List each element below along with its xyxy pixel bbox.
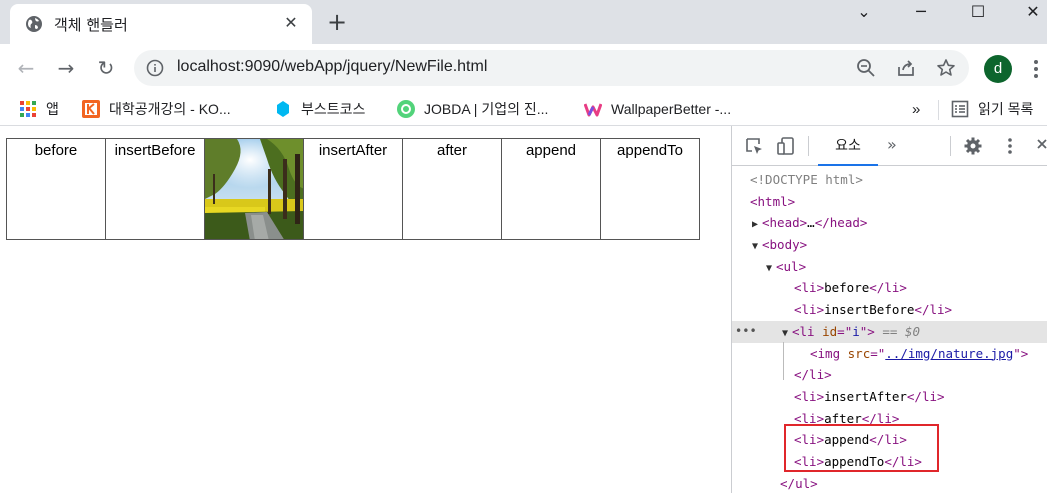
tab-close-button[interactable]: ✕ (280, 12, 302, 34)
overflow-chevron-icon: » (912, 100, 921, 118)
dom-node-html[interactable]: <html> (732, 191, 1047, 213)
node-text: insertAfter (824, 388, 907, 404)
tag-name: ul (783, 258, 799, 274)
new-tab-button[interactable]: + (324, 9, 350, 35)
tag-name: head (829, 215, 860, 231)
inspect-element-icon[interactable] (744, 136, 764, 156)
dom-node-ul-close[interactable]: </ul> (732, 473, 1047, 493)
bookmark-kocw[interactable]: 대학공개강의 - KO... (82, 97, 231, 121)
devtools-divider (950, 136, 951, 156)
bookmarks-overflow-button[interactable]: » (912, 97, 920, 121)
tag-name: body (769, 237, 800, 253)
dom-node-body[interactable]: ▼ <body> (732, 234, 1047, 256)
dom-node-ul[interactable]: ▼ <ul> (732, 256, 1047, 278)
jobda-icon (397, 100, 415, 118)
attr-name: src (847, 345, 871, 361)
dom-node-head[interactable]: ▶ <head>…</head> (732, 212, 1047, 234)
dom-node-li-before[interactable]: <li>before</li> (732, 277, 1047, 299)
maximize-button[interactable]: ☐ (955, 0, 1001, 28)
node-actions-icon[interactable]: ••• (735, 321, 757, 343)
reading-list-button[interactable]: 읽기 목록 (951, 97, 1033, 121)
bookmark-label: 부스트코스 (301, 101, 366, 117)
bookmark-label: 앱 (46, 101, 59, 117)
collapse-triangle-icon[interactable]: ▼ (752, 236, 762, 258)
nature-image (205, 139, 303, 239)
attr-value: i (852, 323, 860, 339)
list-item-image (204, 138, 304, 240)
devtools-panel: 요소 » <!DOCTYPE html> <html> ▶ <head>…</he… (731, 126, 1047, 493)
node-text: insertBefore (824, 302, 915, 318)
zoom-icon[interactable] (856, 58, 876, 78)
collapse-triangle-icon[interactable]: ▼ (766, 258, 776, 280)
list-item-append: append (501, 138, 601, 240)
more-tabs-button[interactable]: » (887, 135, 897, 154)
globe-icon (26, 16, 42, 32)
tab-elements[interactable]: 요소 (818, 135, 878, 166)
list-item-insertbefore: insertBefore (105, 138, 205, 240)
tag-name: ul (795, 475, 811, 491)
address-bar[interactable]: localhost:9090/webApp/jquery/NewFile.htm… (134, 50, 969, 86)
bookmark-apps[interactable]: 앱 (19, 97, 59, 121)
selected-node-marker: == $0 (882, 323, 920, 339)
highlight-annotation-box (784, 424, 939, 472)
devtools-divider (808, 136, 809, 156)
dom-node-li-insertafter[interactable]: <li>insertAfter</li> (732, 386, 1047, 408)
settings-gear-icon[interactable] (963, 136, 983, 156)
tab-strip: 객체 핸들러 ✕ + ⌄ ─ ☐ ✕ (0, 0, 1047, 44)
kocw-icon (82, 100, 100, 118)
bookmark-boostcourse[interactable]: 부스트코스 (274, 97, 365, 121)
tree-guide-line (783, 342, 784, 380)
apps-grid-icon (20, 101, 36, 117)
close-devtools-icon[interactable] (1034, 136, 1047, 156)
bookmark-label: WallpaperBetter -... (611, 101, 732, 117)
reading-list-label: 읽기 목록 (978, 101, 1034, 117)
bookmark-wallpaperbetter[interactable]: WallpaperBetter -... (584, 97, 731, 121)
share-icon[interactable] (896, 58, 916, 78)
browser-menu-icon[interactable] (1028, 56, 1044, 82)
list-item-after: after (402, 138, 502, 240)
back-button[interactable]: ← (13, 55, 39, 81)
profile-avatar[interactable]: d (984, 55, 1012, 83)
list-item-before: before (6, 138, 106, 240)
bookmark-star-icon[interactable] (936, 58, 956, 78)
url-text[interactable]: localhost:9090/webApp/jquery/NewFile.htm… (177, 58, 487, 76)
wallpaperbetter-icon (584, 103, 602, 117)
tab-search-button[interactable]: ⌄ (841, 0, 887, 28)
list-item-appendto: appendTo (600, 138, 700, 240)
dom-node-li-selected[interactable]: ••• ▼ <li id="i"> == $0 (732, 320, 1047, 343)
reading-list-icon (951, 100, 969, 118)
bookmark-jobda[interactable]: JOBDA | 기업의 진... (397, 97, 548, 121)
device-toolbar-icon[interactable] (776, 136, 796, 156)
minimize-button[interactable]: ─ (898, 0, 944, 28)
item-list: before insertBefore insertAfter after ap… (6, 138, 700, 240)
tag-name: html (757, 193, 788, 209)
reload-button[interactable]: ↻ (93, 55, 119, 81)
forward-button[interactable]: → (53, 55, 79, 81)
node-text: before (824, 280, 870, 296)
dom-node-doctype[interactable]: <!DOCTYPE html> (732, 169, 1047, 191)
attr-name: id (822, 323, 838, 339)
close-window-button[interactable]: ✕ (1010, 0, 1047, 28)
dom-node-li-close[interactable]: </li> (732, 364, 1047, 386)
browser-toolbar: ← → ↻ localhost:9090/webApp/jquery/NewFi… (0, 44, 1047, 92)
bookmark-label: 대학공개강의 - KO... (109, 101, 231, 117)
tab-title: 객체 핸들러 (54, 16, 128, 34)
bookmarks-bar: 앱 대학공개강의 - KO... 부스트코스 JOBDA | 기업의 진... … (0, 92, 1047, 126)
list-item-insertafter: insertAfter (303, 138, 403, 240)
page-viewport: before insertBefore insertAfter after ap… (0, 126, 731, 493)
boostcourse-icon (277, 101, 289, 117)
info-icon[interactable] (146, 59, 164, 77)
devtools-menu-icon[interactable] (1000, 136, 1020, 156)
bookmarks-divider (938, 100, 939, 120)
dom-node-img[interactable]: <img src="../img/nature.jpg"> (732, 343, 1047, 365)
expand-triangle-icon[interactable]: ▶ (752, 214, 762, 236)
dom-node-li-insertbefore[interactable]: <li>insertBefore</li> (732, 299, 1047, 321)
tag-name: head (769, 215, 800, 231)
doctype-text: <!DOCTYPE html> (750, 172, 863, 187)
devtools-toolbar: 요소 » (732, 126, 1047, 166)
bookmark-label: JOBDA | 기업의 진... (424, 101, 549, 117)
browser-tab[interactable]: 객체 핸들러 ✕ (10, 4, 312, 44)
img-src-link[interactable]: ../img/nature.jpg (885, 346, 1013, 361)
collapsed-ellipsis[interactable]: … (807, 215, 815, 230)
